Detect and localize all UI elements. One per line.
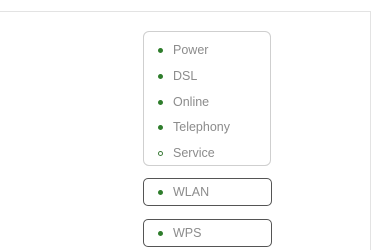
led-status-panel: Power DSL Online Telephony Service (143, 31, 271, 166)
led-indicator-icon (158, 73, 163, 79)
led-label-online: Online (173, 95, 210, 109)
led-label-power: Power (173, 43, 209, 57)
led-indicator-icon (158, 124, 163, 130)
wps-button[interactable]: WPS (143, 219, 272, 247)
led-indicator-icon (158, 99, 163, 105)
led-label-dsl: DSL (173, 69, 198, 83)
led-label-telephony: Telephony (173, 120, 230, 134)
led-label-service: Service (173, 146, 215, 160)
led-row-power: Power (158, 41, 208, 59)
led-indicator-icon (158, 150, 163, 156)
led-row-dsl: DSL (158, 67, 197, 85)
led-indicator-icon (158, 230, 163, 236)
led-indicator-icon (158, 47, 163, 53)
led-row-service: Service (158, 144, 215, 162)
led-row-online: Online (158, 93, 209, 111)
wlan-button[interactable]: WLAN (143, 178, 272, 206)
wps-button-label: WPS (173, 226, 202, 240)
led-row-telephony: Telephony (158, 118, 230, 136)
wlan-button-label: WLAN (173, 185, 210, 199)
led-indicator-icon (158, 189, 163, 195)
